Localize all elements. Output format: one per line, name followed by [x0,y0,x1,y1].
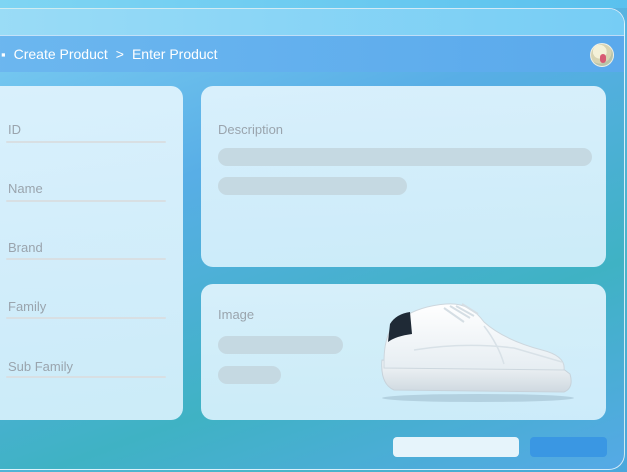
image-label: Image [218,307,255,322]
name-field[interactable] [6,200,166,202]
breadcrumb-create-product[interactable]: Create Product [14,46,108,62]
background-top-edge [0,0,627,8]
breadcrumb-separator: > [115,46,124,62]
sub-family-field[interactable] [6,376,166,378]
product-image [381,303,574,402]
breadcrumb: ▪ Create Product > Enter Product [1,46,218,62]
description-placeholder-line[interactable] [218,177,407,195]
id-field[interactable] [6,141,166,143]
family-field[interactable] [6,317,166,319]
brand-label: Brand [8,240,43,255]
secondary-button[interactable] [393,437,519,457]
breadcrumb-enter-product[interactable]: Enter Product [132,46,218,62]
sub-family-label: Sub Family [8,359,74,374]
image-placeholder-line[interactable] [218,366,281,384]
name-label: Name [8,181,43,196]
description-label: Description [218,122,284,137]
breadcrumb-icon: ▪ [1,46,6,62]
description-placeholder-line[interactable] [218,148,592,166]
avatar[interactable] [590,43,614,67]
brand-field[interactable] [6,258,166,260]
id-label: ID [8,122,21,137]
title-bar [0,9,624,35]
image-placeholder-line[interactable] [218,336,343,354]
primary-button[interactable] [530,437,607,457]
family-label: Family [8,299,47,314]
navigation-bar: ▪ Create Product > Enter Product [0,35,624,72]
